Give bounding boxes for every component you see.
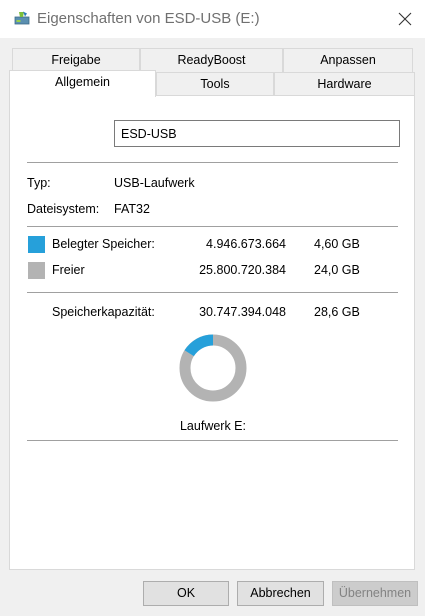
free-space-bytes: 25.800.720.384: [199, 263, 286, 277]
tab-freigabe[interactable]: Freigabe: [12, 48, 140, 72]
filesystem-value: FAT32: [114, 202, 150, 216]
drive-caption: Laufwerk E:: [179, 419, 246, 433]
type-label: Typ:: [27, 176, 51, 190]
cancel-button[interactable]: Abbrechen: [237, 581, 324, 606]
type-value: USB-Laufwerk: [114, 176, 195, 190]
used-space-size: 4,60 GB: [314, 237, 360, 251]
ok-button[interactable]: OK: [143, 581, 229, 606]
tab-readyboost[interactable]: ReadyBoost: [140, 48, 283, 72]
disk-usage-donut-chart: [179, 334, 247, 402]
usb-drive-icon: [14, 11, 30, 25]
separator: [27, 162, 398, 163]
drive-name-field[interactable]: [114, 120, 400, 147]
filesystem-label: Dateisystem:: [27, 202, 100, 216]
free-space-label: Freier: [52, 263, 85, 277]
close-button[interactable]: [388, 4, 422, 34]
tab-allgemein[interactable]: Allgemein: [9, 70, 156, 97]
separator: [27, 292, 398, 293]
tab-hardware[interactable]: Hardware: [274, 72, 415, 96]
capacity-bytes: 30.747.394.048: [199, 305, 286, 319]
capacity-label: Speicherkapazität:: [52, 305, 155, 319]
properties-dialog: Eigenschaften von ESD-USB (E:) Freigabe …: [0, 0, 425, 616]
title-bar: Eigenschaften von ESD-USB (E:): [0, 0, 425, 38]
general-tab-panel: Typ: USB-Laufwerk Dateisystem: FAT32 Bel…: [9, 95, 415, 570]
free-space-color-swatch: [28, 262, 45, 279]
window-title: Eigenschaften von ESD-USB (E:): [37, 10, 260, 27]
free-space-size: 24,0 GB: [314, 263, 360, 277]
apply-button[interactable]: Übernehmen: [332, 581, 418, 606]
capacity-size: 28,6 GB: [314, 305, 360, 319]
tab-tools[interactable]: Tools: [156, 72, 274, 96]
used-space-bytes: 4.946.673.664: [206, 237, 286, 251]
tab-anpassen[interactable]: Anpassen: [283, 48, 413, 72]
separator: [27, 226, 398, 227]
used-space-label: Belegter Speicher:: [52, 237, 155, 251]
used-space-color-swatch: [28, 236, 45, 253]
close-icon: [398, 12, 412, 26]
separator: [27, 440, 398, 441]
